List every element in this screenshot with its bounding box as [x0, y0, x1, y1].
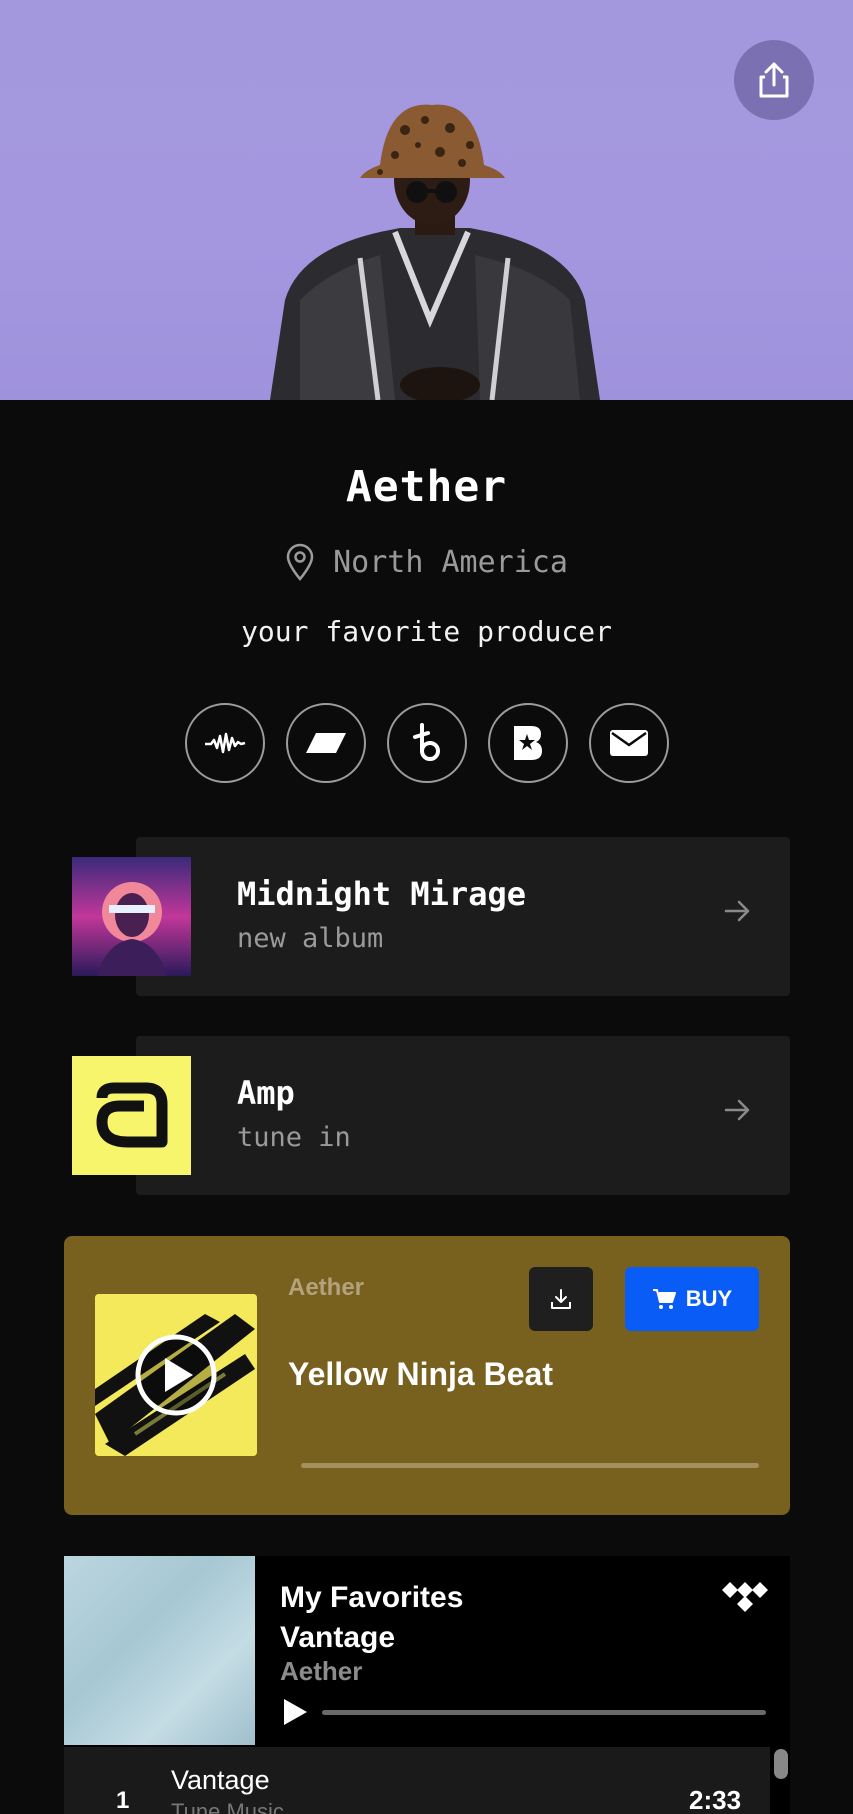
social-email-button[interactable] [588, 703, 669, 783]
download-button[interactable] [529, 1267, 593, 1331]
playlist-scrollbar[interactable] [774, 1749, 788, 1779]
social-audiomack-button[interactable] [184, 703, 265, 783]
track-duration: 2:33 [689, 1785, 742, 1814]
link-title: Amp [237, 1074, 295, 1112]
link-card-midnight-mirage[interactable]: Midnight Mirage new album [64, 837, 790, 996]
playlist-title: My Favorites Vantage [280, 1578, 463, 1658]
link-card-background [136, 1036, 790, 1195]
beat-artwork[interactable] [95, 1294, 257, 1456]
link-card-amp[interactable]: Amp tune in [64, 1036, 790, 1195]
buy-label: BUY [685, 1286, 733, 1311]
artist-photo [270, 104, 600, 400]
social-beatstars-button[interactable] [386, 703, 467, 783]
bandcamp-b-icon [513, 726, 542, 760]
tidal-icon[interactable] [722, 1582, 768, 1612]
beat-progress-bar[interactable] [301, 1463, 759, 1468]
playlist-cover [64, 1556, 255, 1745]
tagline: your favorite producer [241, 615, 612, 648]
beat-title: Yellow Ninja Beat [288, 1356, 553, 1392]
tidal-playlist-embed: My Favorites Vantage Aether 1 Vantage Tu… [64, 1556, 790, 1814]
playlist-title-line1: My Favorites [280, 1581, 464, 1614]
link-card-background [136, 837, 790, 996]
hero-banner [0, 0, 853, 400]
link-subtitle: new album [237, 923, 384, 954]
track-artist: Tune Music [171, 1799, 284, 1814]
ninja-artwork [95, 1294, 257, 1456]
playlist-artist: Aether [280, 1656, 363, 1686]
map-pin-icon [286, 543, 314, 581]
track-name: Vantage [171, 1765, 270, 1795]
location-text: North America [333, 544, 568, 580]
link-title: Midnight Mirage [237, 875, 526, 913]
social-links [0, 703, 853, 783]
arrow-right-icon [724, 900, 750, 922]
artist-name: Aether [345, 462, 508, 512]
share-button[interactable] [734, 40, 814, 120]
track-number: 1 [116, 1787, 130, 1814]
arrow-right-icon [724, 1099, 750, 1121]
beat-artist: Aether [288, 1274, 365, 1301]
track-row[interactable]: 1 Vantage Tune Music 2:33 [64, 1747, 770, 1814]
play-icon[interactable] [280, 1696, 310, 1728]
social-parallelogram-button[interactable] [285, 703, 366, 783]
location: North America [0, 543, 853, 581]
playlist-title-line2: Vantage [280, 1621, 396, 1654]
social-bandcamp-button[interactable] [487, 703, 568, 783]
link-subtitle: tune in [237, 1122, 351, 1153]
buy-button[interactable]: BUY [625, 1267, 759, 1331]
cart-icon [652, 1289, 676, 1309]
email-icon [609, 730, 648, 756]
playlist-progress-bar[interactable] [322, 1710, 766, 1715]
album-cover-midnight-mirage [72, 857, 191, 976]
parallelogram-icon [305, 733, 346, 753]
download-icon [551, 1289, 571, 1309]
beatstars-icon [412, 723, 440, 761]
audiomack-icon [204, 732, 245, 754]
amp-logo [72, 1056, 191, 1175]
beat-player-card: Aether Yellow Ninja Beat BUY [64, 1236, 790, 1515]
share-icon [759, 62, 789, 98]
